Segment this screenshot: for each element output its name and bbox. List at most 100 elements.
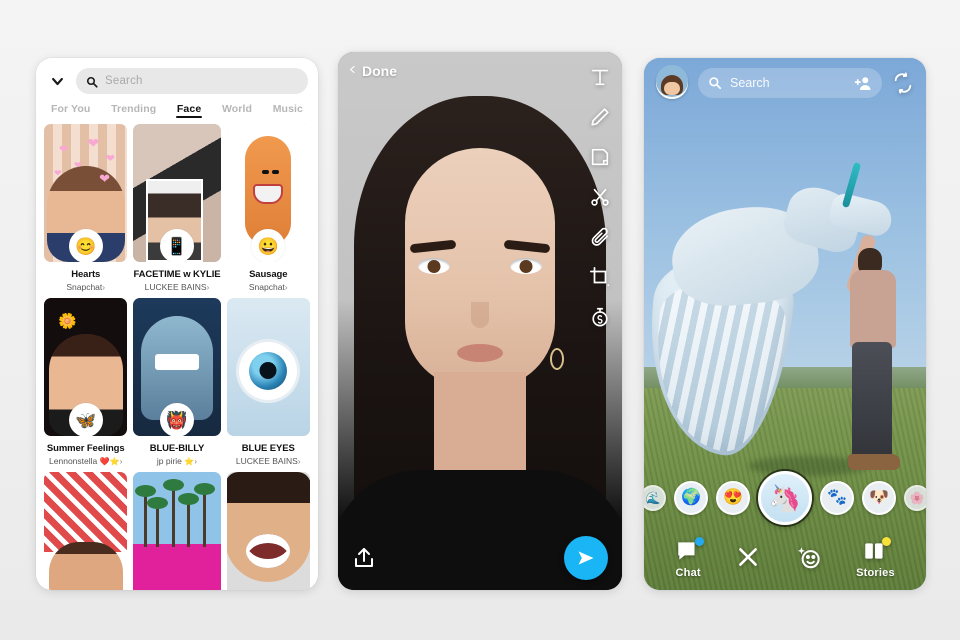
lens-card[interactable]: 😀 Sausage Snapchat› — [226, 124, 310, 292]
lens-author: Snapchat› — [44, 282, 127, 292]
text-icon[interactable] — [589, 66, 611, 88]
lens-author: Snapchat› — [227, 282, 310, 292]
camera-top-bar: Search — [644, 58, 926, 108]
camera-search-input[interactable]: Search — [698, 68, 882, 98]
paperclip-icon[interactable] — [589, 226, 611, 248]
heart-icon: ❤️ — [99, 457, 110, 466]
lens-paws[interactable]: 🐶 — [862, 481, 896, 515]
chevron-right-icon: › — [102, 282, 106, 292]
lens-badge-icon: 😀 — [251, 229, 286, 262]
chevron-right-icon: › — [284, 282, 288, 292]
lens-thumbnail: ❤ ❤ ❤ ❤ ❤ ❤ 😊 — [44, 124, 128, 262]
lens-author: Lennonstella ❤️⭐› — [44, 456, 127, 466]
sticker-icon[interactable] — [589, 146, 611, 168]
crop-icon[interactable] — [589, 266, 611, 288]
lens-author-name: jp pirie — [156, 456, 182, 466]
lens-title: Sausage — [249, 269, 288, 280]
tab-music[interactable]: Music — [272, 103, 304, 118]
tab-trending[interactable]: Trending — [110, 103, 157, 118]
lens-smiley-icon — [796, 544, 822, 570]
search-icon — [86, 75, 98, 88]
lens-title: BLUE-BILLY — [149, 443, 205, 454]
lens-author: LUCKEE BAINS› — [227, 456, 310, 466]
chevron-left-icon — [348, 62, 357, 80]
editor-tool-rail — [578, 60, 622, 334]
scissors-icon[interactable] — [589, 186, 611, 208]
category-tabs: For You Trending Face World Music — [46, 94, 308, 124]
timer-icon[interactable] — [589, 306, 611, 328]
lens-title: FACETIME w KYLIE — [133, 269, 221, 280]
lens-author-name: Snapchat — [66, 282, 103, 292]
chevron-right-icon: › — [194, 456, 198, 466]
lens-scroll-left[interactable]: 🌊 — [644, 485, 666, 511]
lens-dots[interactable]: 🐾 — [820, 481, 854, 515]
lens-card[interactable] — [226, 472, 310, 590]
lens-author: jp pirie ⭐› — [133, 456, 220, 466]
chevron-right-icon: › — [119, 456, 123, 466]
nav-chat[interactable]: Chat — [675, 536, 705, 579]
nav-chat-label: Chat — [675, 566, 701, 579]
lens-card[interactable]: 👹 BLUE-BILLY jp pirie ⭐› — [133, 298, 221, 466]
lens-author-name: Snapchat — [248, 282, 285, 292]
lens-marble[interactable]: 🌍 — [674, 481, 708, 515]
lens-meta: Hearts Snapchat› — [44, 262, 127, 292]
send-button[interactable] — [564, 536, 608, 580]
lens-scroll-right[interactable]: 🌸 — [904, 485, 926, 511]
close-icon — [735, 544, 761, 570]
lens-meta: Summer Feelings Lennonstella ❤️⭐› — [44, 436, 127, 466]
lens-unicorn[interactable]: 🦄 — [758, 471, 812, 525]
verified-star-icon: ⭐ — [184, 457, 195, 466]
lens-meta: FACETIME w KYLIE LUCKEE BAINS› — [133, 262, 220, 292]
discover-header: Search For You Trending Face World Music — [36, 58, 318, 124]
lens-card[interactable]: 📱 FACETIME w KYLIE LUCKEE BAINS› — [133, 124, 221, 292]
lens-meta: Sausage Snapchat› — [227, 262, 310, 292]
tab-for-you[interactable]: For You — [50, 103, 91, 118]
add-friend-icon[interactable] — [854, 75, 872, 91]
lens-thumbnail: 🌼 🦋 — [44, 298, 128, 436]
search-icon — [708, 76, 722, 90]
chevron-down-icon[interactable] — [46, 70, 68, 92]
lens-author-name: Lennonstella — [49, 456, 98, 466]
nav-stories-label: Stories — [856, 566, 895, 579]
chevron-right-icon: › — [297, 456, 301, 466]
lens-explorer-panel: Search For You Trending Face World Music — [36, 58, 318, 590]
screenshot-stage: Search For You Trending Face World Music — [0, 0, 960, 640]
stories-icon — [862, 536, 892, 564]
camera-panel: Search 🌊 🌍 😍 🦄 🐾 🐶 🌸 Chat Stories — [644, 58, 926, 590]
share-icon[interactable] — [352, 546, 376, 572]
nav-lenses[interactable] — [796, 544, 822, 573]
lens-badge-icon: 😊 — [68, 229, 103, 262]
search-input[interactable]: Search — [76, 68, 308, 94]
lens-meta: BLUE EYES LUCKEE BAINS› — [227, 436, 310, 466]
search-row: Search — [46, 68, 308, 94]
nav-stories[interactable]: Stories — [856, 536, 895, 579]
lens-title: Hearts — [71, 269, 101, 280]
lens-faces[interactable]: 😍 — [716, 481, 750, 515]
lens-card[interactable]: 🌼 🦋 Summer Feelings Lennonstella ❤️⭐› — [44, 298, 128, 466]
lens-author-name: LUCKEE BAINS — [235, 456, 298, 466]
tab-world[interactable]: World — [221, 103, 253, 118]
flip-camera-icon[interactable] — [892, 72, 914, 94]
lens-card[interactable]: ❤ ❤ ❤ ❤ ❤ ❤ 😊 Hearts Snapchat› — [44, 124, 128, 292]
lens-badge-icon: 📱 — [159, 229, 194, 262]
lens-thumbnail: 👹 — [133, 298, 221, 436]
lens-carousel[interactable]: 🌊 🌍 😍 🦄 🐾 🐶 🌸 — [644, 468, 926, 528]
lens-thumbnail: 📱 — [133, 124, 221, 262]
bitmoji-avatar[interactable] — [656, 65, 688, 99]
nav-close[interactable] — [735, 544, 761, 573]
lens-card[interactable] — [133, 472, 221, 590]
verified-star-icon: ⭐ — [109, 457, 120, 466]
lens-author: LUCKEE BAINS› — [133, 282, 220, 292]
chat-bubble-icon — [675, 536, 705, 564]
stories-new-badge — [882, 536, 892, 546]
camera-bottom-nav: Chat Stories — [644, 532, 926, 590]
pencil-icon[interactable] — [589, 106, 611, 128]
lens-card[interactable]: BLUE EYES LUCKEE BAINS› — [226, 298, 310, 466]
chevron-right-icon: › — [206, 282, 210, 292]
tab-face[interactable]: Face — [175, 103, 203, 118]
lens-grid-scroll[interactable]: ❤ ❤ ❤ ❤ ❤ ❤ 😊 Hearts Snapchat› 📱 FACETIM… — [36, 122, 318, 590]
lens-card[interactable] — [44, 472, 128, 590]
done-button[interactable]: Done — [348, 62, 397, 80]
lens-thumbnail — [133, 472, 221, 590]
search-placeholder: Search — [105, 75, 143, 87]
